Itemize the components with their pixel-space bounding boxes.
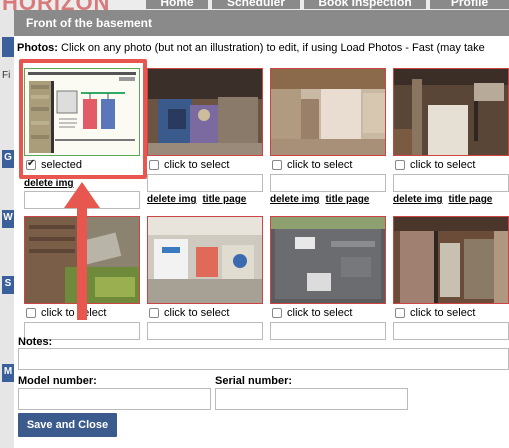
title-page-link[interactable]: title page xyxy=(448,194,492,205)
photo-caption-input[interactable] xyxy=(393,322,509,340)
photo-links: delete img title page xyxy=(393,194,509,205)
photo-select-checkbox[interactable] xyxy=(272,308,282,318)
photo-thumbnail[interactable] xyxy=(147,68,263,156)
photo-links: delete img title page xyxy=(147,194,263,205)
photo-caption-input[interactable] xyxy=(270,322,386,340)
photo-select-label: click to select xyxy=(164,159,230,171)
save-and-close-button[interactable]: Save and Close xyxy=(18,413,117,437)
photo-cell: click to select xyxy=(147,216,263,340)
notes-label: Notes: xyxy=(18,336,53,348)
photo-thumbnail[interactable] xyxy=(270,216,386,304)
photo-caption-input[interactable] xyxy=(147,322,263,340)
photo-select-label: click to select xyxy=(410,159,476,171)
photo-thumbnail[interactable] xyxy=(270,68,386,156)
model-number-label: Model number: xyxy=(18,375,97,387)
photos-instructions: Photos: Click on any photo (but not an i… xyxy=(17,42,485,54)
modal-title: Front of the basement xyxy=(14,10,509,36)
photo-select-checkbox[interactable] xyxy=(395,160,405,170)
photo-cell: click to select delete img title page xyxy=(393,68,509,205)
photo-select-checkbox[interactable] xyxy=(395,308,405,318)
photo-select-row: click to select xyxy=(147,306,263,320)
photo-cell: click to select xyxy=(270,216,386,340)
background-side-g[interactable]: G xyxy=(2,150,14,168)
model-number-input[interactable] xyxy=(18,388,211,410)
photo-select-label: click to select xyxy=(410,307,476,319)
serial-number-label: Serial number: xyxy=(215,375,293,387)
photo-select-checkbox[interactable] xyxy=(272,160,282,170)
photo-caption-input[interactable] xyxy=(393,174,509,192)
photo-cell: click to select xyxy=(393,216,509,340)
background-side-button[interactable] xyxy=(2,37,14,57)
photo-select-row: click to select xyxy=(270,158,386,172)
background-side-m[interactable]: M xyxy=(2,364,14,382)
photo-cell: click to select delete img title page xyxy=(147,68,263,205)
photo-select-checkbox[interactable] xyxy=(149,160,159,170)
photos-hint: Click on any photo (but not an illustrat… xyxy=(57,42,485,54)
title-page-link[interactable]: title page xyxy=(325,194,369,205)
photo-select-row: click to select xyxy=(270,306,386,320)
notes-input[interactable] xyxy=(18,348,509,370)
photo-caption-input[interactable] xyxy=(147,174,263,192)
title-page-link[interactable]: title page xyxy=(202,194,246,205)
background-fi-text: Fi xyxy=(2,70,11,81)
photo-select-row: click to select xyxy=(147,158,263,172)
background-side-w[interactable]: W xyxy=(2,210,14,228)
photo-select-label: click to select xyxy=(287,159,353,171)
background-tab-profile[interactable]: Profile xyxy=(430,0,509,9)
photo-select-label: click to select xyxy=(287,307,353,319)
serial-number-input[interactable] xyxy=(215,388,408,410)
delete-img-link[interactable]: delete img xyxy=(147,194,196,205)
photo-select-checkbox[interactable] xyxy=(149,308,159,318)
delete-img-link[interactable]: delete img xyxy=(270,194,319,205)
background-tab-book-inspection[interactable]: Book Inspection xyxy=(304,0,426,9)
photo-select-row: click to select xyxy=(393,306,509,320)
photos-label: Photos: xyxy=(17,42,58,54)
photo-select-checkbox[interactable] xyxy=(26,308,36,318)
photo-cell: click to select delete img title page xyxy=(270,68,386,205)
background-side-s[interactable]: S xyxy=(2,276,14,294)
up-arrow-icon xyxy=(64,182,100,320)
photo-links: delete img title page xyxy=(270,194,386,205)
photo-select-row: click to select xyxy=(393,158,509,172)
photo-thumbnail[interactable] xyxy=(393,216,509,304)
photo-thumbnail[interactable] xyxy=(147,216,263,304)
background-tab-scheduler[interactable]: Scheduler xyxy=(212,0,300,9)
background-tab-home[interactable]: Home xyxy=(146,0,208,9)
photo-select-label: click to select xyxy=(164,307,230,319)
photo-caption-input[interactable] xyxy=(270,174,386,192)
selected-photo-highlight xyxy=(19,59,147,179)
photo-thumbnail[interactable] xyxy=(393,68,509,156)
delete-img-link[interactable]: delete img xyxy=(393,194,442,205)
